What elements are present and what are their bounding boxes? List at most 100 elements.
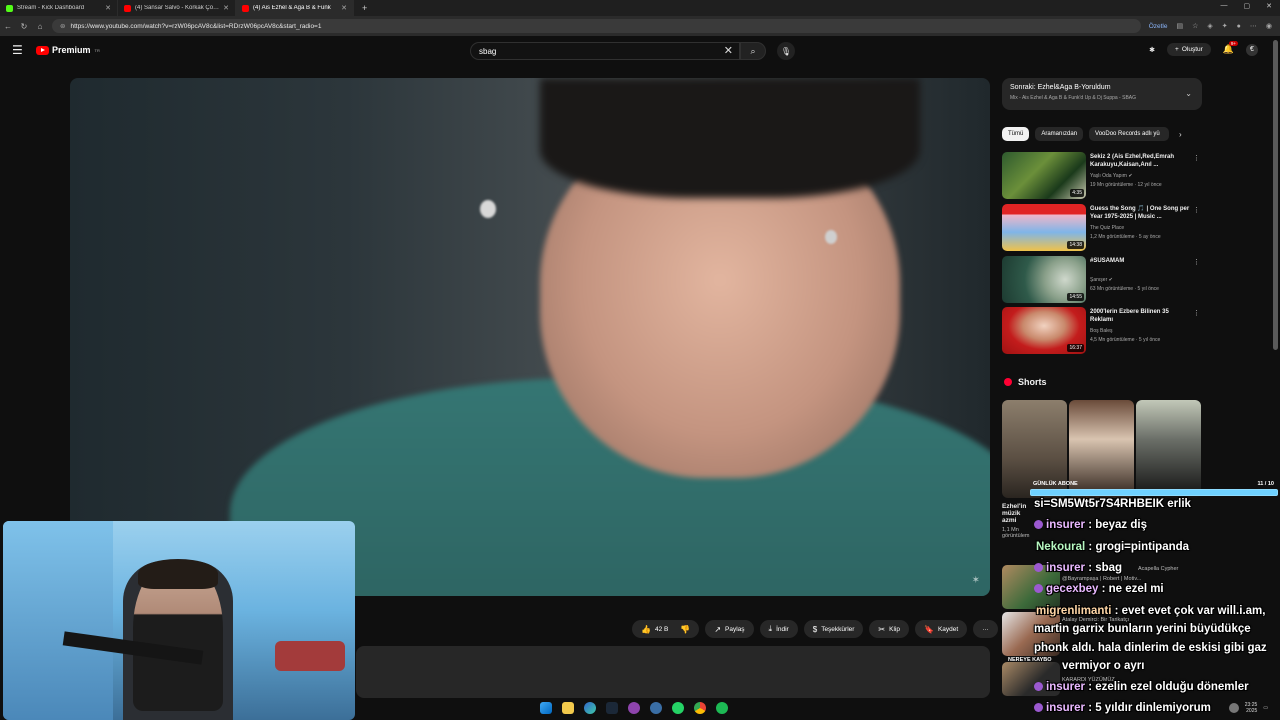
search-input[interactable]: sbag ✕ [470, 42, 740, 60]
short-item[interactable] [1136, 400, 1201, 498]
steam-icon[interactable] [606, 702, 618, 714]
minimize-button[interactable]: — [1221, 2, 1228, 10]
chip-from-search[interactable]: Aramanızdan [1035, 127, 1084, 141]
list-item[interactable]: 14:38 Guess the Song 🎵 | One Song per Ye… [1002, 204, 1202, 252]
copilot-icon[interactable]: ◉ [1266, 22, 1272, 30]
chip-voodoo[interactable]: VooDoo Records adlı yü [1089, 127, 1170, 141]
spotify-icon[interactable] [716, 702, 728, 714]
obs-icon[interactable] [628, 702, 640, 714]
goal-progress-fill [1031, 490, 1277, 495]
cast-icon[interactable]: ✱ [1149, 46, 1155, 54]
short-item[interactable] [1069, 400, 1134, 498]
reader-icon[interactable]: ▤ [1176, 22, 1183, 30]
window-controls: — ▢ ✕ [1221, 2, 1273, 10]
plus-icon: + [1175, 46, 1179, 53]
home-icon[interactable]: ⌂ [32, 22, 48, 31]
clear-search-icon[interactable]: ✕ [724, 44, 733, 57]
list-item[interactable]: 16:37 2000'lerin Ezbere Bilinen 35 Rekla… [1002, 307, 1202, 355]
create-button[interactable]: + Oluştur [1167, 43, 1211, 56]
close-tab-icon[interactable]: ✕ [105, 4, 111, 12]
video-actions: 👍 42 B 👎 ↗ Paylaş ⤓ İndir $ Teşekkürler … [632, 620, 998, 638]
reload-icon[interactable]: ↻ [16, 22, 32, 31]
more-vert-icon[interactable]: ⋮ [1193, 154, 1200, 162]
whatsapp-icon[interactable] [672, 702, 684, 714]
tab-kick-dashboard[interactable]: Stream - Kick Dashboard ✕ [0, 0, 118, 16]
share-button[interactable]: ↗ Paylaş [705, 620, 754, 638]
video-thumbnail: 4:35 [1002, 152, 1086, 199]
webcam-person-hair [138, 559, 218, 589]
chat-badge-icon [1034, 682, 1043, 691]
more-actions-button[interactable]: ··· [973, 620, 998, 638]
page-scrollbar[interactable] [1273, 40, 1278, 350]
more-vert-icon[interactable]: ⋮ [1193, 206, 1200, 214]
profile-icon[interactable]: ● [1237, 23, 1241, 30]
close-tab-icon[interactable]: ✕ [223, 4, 229, 12]
app-icon[interactable] [650, 702, 662, 714]
thumbs-down-icon[interactable]: 👎 [680, 625, 690, 634]
up-next-title: Sonraki: Ezhel&Aga B-Yoruldum [1010, 84, 1111, 91]
youtube-premium-logo[interactable]: Premium TR [36, 45, 100, 55]
tab-ais-ezhel[interactable]: (4) Ais Ezhel & Aga B & Funk ✕ [236, 0, 354, 16]
close-window-button[interactable]: ✕ [1266, 2, 1272, 10]
clock[interactable]: 23:25 2025 [1245, 702, 1258, 714]
rec-title: Acapella Cypher [1138, 566, 1179, 572]
chat-message: si=SM5Wt5r7S4RHBEIK erlik [1034, 498, 1191, 510]
channel-watermark-icon[interactable]: ✶ [972, 575, 980, 586]
chat-message: martin garrix bunların yerini büyüdükçe [1034, 623, 1251, 635]
notification-badge: 9+ [1228, 41, 1238, 46]
maximize-button[interactable]: ▢ [1244, 2, 1251, 10]
list-item[interactable]: 14:55 #SUSAMAM Şanışer ✔ 63 Mn görüntüle… [1002, 256, 1202, 304]
chat-message: insurer : sbag [1034, 561, 1122, 575]
browser-tab-bar: Stream - Kick Dashboard ✕ (4) Sansar Sal… [0, 0, 1280, 16]
chat-message: vermiyor o ayrı [1062, 660, 1145, 672]
avatar[interactable]: € [1246, 43, 1258, 56]
edge-icon[interactable] [584, 702, 596, 714]
search-button[interactable]: ⌕ [740, 42, 766, 60]
webcam-background [3, 521, 113, 720]
chip-all[interactable]: Tümü [1002, 127, 1030, 141]
download-button[interactable]: ⤓ İndir [759, 620, 798, 638]
list-item[interactable]: 4:35 Sekiz 2 (Ais Ezhel,Red,Emrah Karaku… [1002, 152, 1202, 200]
thanks-button[interactable]: $ Teşekkürler [803, 620, 864, 638]
system-tray: 23:25 2025 ▭ [1228, 702, 1268, 714]
search-query: sbag [479, 46, 497, 56]
more-vert-icon[interactable]: ⋮ [1193, 258, 1200, 266]
puzzle-icon[interactable]: ✦ [1222, 22, 1228, 30]
chat-message: insurer : ezelin ezel olduğu dönemler [1034, 680, 1249, 694]
site-info-icon[interactable]: ⊜ [60, 22, 65, 30]
file-explorer-icon[interactable] [562, 702, 574, 714]
chrome-icon[interactable] [694, 702, 706, 714]
summarize-button[interactable]: Özetle [1149, 23, 1168, 30]
shorts-icon [1004, 378, 1012, 386]
voice-search-button[interactable]: 🎙 [777, 42, 795, 60]
up-next-subtitle: Mix - Ais Ezhel & Aga B & Funk'd Up & Dj… [1010, 95, 1137, 101]
search-icon: ⌕ [750, 45, 756, 56]
notification-center-icon[interactable]: ▭ [1263, 705, 1268, 711]
chevron-right-icon[interactable]: › [1179, 130, 1182, 139]
like-button[interactable]: 👍 42 B 👎 [632, 620, 700, 638]
close-tab-icon[interactable]: ✕ [341, 4, 347, 12]
webcam-object [275, 641, 345, 671]
windows-start-icon[interactable] [540, 702, 552, 714]
back-icon[interactable]: ← [0, 22, 16, 31]
chevron-down-icon[interactable]: ⌄ [1185, 89, 1192, 98]
url-field[interactable]: ⊜ https://www.youtube.com/watch?v=rzW06p… [52, 19, 1141, 33]
tray-app-icon[interactable] [1228, 703, 1239, 713]
new-tab-button[interactable]: + [354, 3, 375, 13]
chat-message: Nekoural : grogi=pintipanda [1036, 541, 1190, 553]
bookmark-star-icon[interactable]: ☆ [1192, 22, 1198, 30]
description-box[interactable] [356, 646, 990, 698]
hamburger-menu-icon[interactable]: ☰ [12, 43, 23, 57]
tab-sansar-salvo[interactable]: (4) Sansar Salvo - Korkak Çocuk (Off ✕ [118, 0, 236, 16]
extension-icon[interactable]: ◈ [1207, 22, 1212, 30]
clip-button[interactable]: ✂ Klip [869, 620, 909, 638]
save-button[interactable]: 🔖 Kaydet [914, 620, 968, 638]
up-next-panel[interactable]: Sonraki: Ezhel&Aga B-Yoruldum Mix - Ais … [1002, 78, 1202, 110]
notifications-button[interactable]: 🔔 9+ [1223, 41, 1238, 55]
more-vert-icon[interactable]: ⋮ [1193, 309, 1200, 317]
filter-chips: Tümü Aramanızdan VooDoo Records adlı yü … [1002, 127, 1182, 141]
microphone-icon: 🎙 [780, 46, 792, 56]
menu-dots-icon[interactable]: ⋯ [1250, 22, 1257, 30]
video-player[interactable]: ✶ [70, 78, 990, 596]
thanks-icon: $ [812, 624, 818, 634]
